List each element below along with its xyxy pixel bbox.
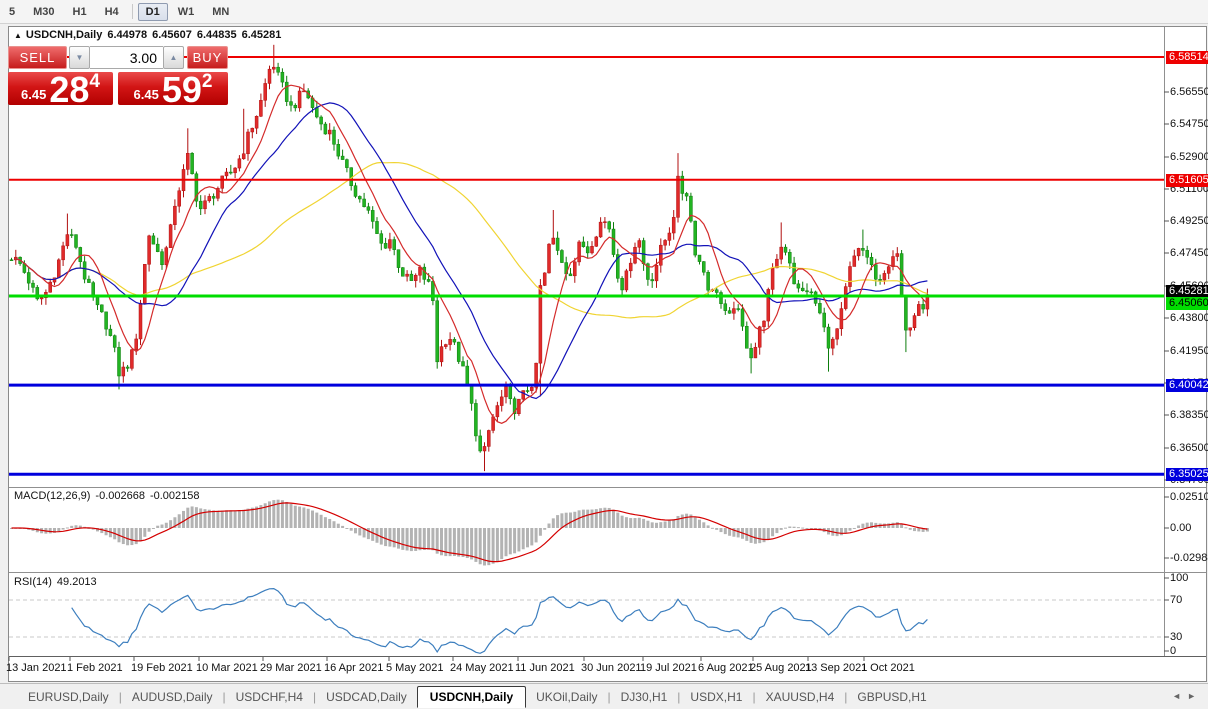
rsi-tick-label: 100: [1170, 572, 1188, 584]
buy-price-superscript: 2: [202, 71, 213, 93]
chart-tab-audusd[interactable]: AUDUSD,Daily: [122, 687, 223, 707]
price-tick-label: 6.49250: [1170, 215, 1208, 227]
sell-price-superscript: 4: [89, 71, 100, 93]
sell-price-box[interactable]: 6.45284: [8, 72, 113, 105]
date-tick-label: 1 Feb 2021: [67, 662, 123, 674]
sell-price-big: 28: [49, 75, 89, 105]
one-click-trade-panel: SELL ▼ 3.00 ▲ BUY 6.45284 6.45592: [8, 46, 228, 105]
date-tick-label: 16 Apr 2021: [324, 662, 383, 674]
volume-decrease-button[interactable]: ▼: [69, 46, 90, 69]
date-tick-label: 29 Mar 2021: [260, 662, 322, 674]
macd-signal-value: -0.002158: [150, 490, 200, 502]
date-tick-label: 11 Jun 2021: [515, 662, 575, 674]
macd-value: -0.002668: [95, 490, 145, 502]
price-tick-label: 6.38350: [1170, 409, 1208, 421]
macd-header: MACD(12,26,9) -0.002668 -0.002158: [14, 490, 205, 502]
price-tick-label: 6.56550: [1170, 86, 1208, 98]
chart-symbol-header: ▲ USDCNH,Daily 6.44978 6.45607 6.44835 6.4528…: [14, 29, 286, 41]
date-tick-label: 1 Oct 2021: [861, 662, 915, 674]
price-level-badge: 6.45060: [1166, 297, 1208, 310]
date-tick-label: 24 May 2021: [450, 662, 514, 674]
chart-tab-ukoil[interactable]: UKOil,Daily: [526, 687, 607, 707]
chart-tab-bar: EURUSD,Daily|AUDUSD,Daily|USDCHF,H4|USDC…: [0, 683, 1208, 709]
chart-tab-usdchf[interactable]: USDCHF,H4: [226, 687, 313, 707]
rsi-tick-label: 30: [1170, 631, 1182, 643]
symbol-label: USDCNH,Daily: [26, 29, 102, 41]
volume-input[interactable]: 3.00: [90, 46, 163, 69]
ohlc-close: 6.45281: [242, 29, 282, 41]
macd-pane[interactable]: [10, 500, 929, 566]
sell-button-label: SELL: [20, 50, 56, 65]
price-tick-label: 6.47450: [1170, 247, 1208, 259]
ohlc-high: 6.45607: [152, 29, 192, 41]
buy-button[interactable]: BUY: [187, 46, 228, 69]
volume-increase-button[interactable]: ▲: [163, 46, 184, 69]
macd-tick-label: 0.025108: [1170, 491, 1208, 503]
price-level-badge: 6.58514: [1166, 51, 1208, 64]
buy-price-small: 6.45: [134, 87, 159, 102]
chart-tab-eurusd[interactable]: EURUSD,Daily: [18, 687, 119, 707]
date-tick-label: 5 May 2021: [386, 662, 443, 674]
date-tick-label: 13 Jan 2021: [6, 662, 67, 674]
date-tick-label: 13 Sep 2021: [805, 662, 867, 674]
chart-tab-usdx[interactable]: USDX,H1: [680, 687, 752, 707]
chart-tab-xauusd[interactable]: XAUUSD,H4: [756, 687, 845, 707]
chart-tab-dj30[interactable]: DJ30,H1: [611, 687, 678, 707]
date-tick-label: 30 Jun 2021: [581, 662, 642, 674]
price-tick-label: 6.54750: [1170, 118, 1208, 130]
tab-scroll-left-icon[interactable]: ◄: [1172, 691, 1187, 701]
rsi-value: 49.2013: [57, 576, 97, 588]
tab-scroll-right-icon[interactable]: ►: [1187, 691, 1202, 701]
price-tick-label: 6.52900: [1170, 151, 1208, 163]
date-tick-label: 10 Mar 2021: [196, 662, 258, 674]
chevron-down-icon: ▼: [76, 53, 84, 62]
date-tick-label: 19 Jul 2021: [640, 662, 697, 674]
buy-price-big: 59: [162, 75, 202, 105]
sell-price-small: 6.45: [21, 87, 46, 102]
volume-value: 3.00: [130, 50, 157, 66]
date-tick-label: 19 Feb 2021: [131, 662, 193, 674]
buy-button-label: BUY: [193, 50, 223, 65]
chart-tab-usdcnh[interactable]: USDCNH,Daily: [417, 686, 526, 708]
price-level-badge: 6.51605: [1166, 174, 1208, 187]
macd-tick-label: 0.00: [1170, 522, 1191, 534]
price-level-badge: 6.40042: [1166, 379, 1208, 392]
volume-stepper: ▼ 3.00 ▲: [69, 46, 184, 69]
ohlc-open: 6.44978: [107, 29, 147, 41]
price-tick-label: 6.43800: [1170, 312, 1208, 324]
chart-tab-gbpusd[interactable]: GBPUSD,H1: [847, 687, 936, 707]
rsi-header: RSI(14) 49.2013: [14, 576, 102, 588]
price-tick-label: 6.36500: [1170, 442, 1208, 454]
rsi-tick-label: 0: [1170, 645, 1176, 657]
sell-button[interactable]: SELL: [8, 46, 67, 69]
ohlc-low: 6.44835: [197, 29, 237, 41]
mt4-window: 5M30H1H4D1W1MN ▲USDCNH,Daily6.449786.456…: [0, 0, 1208, 709]
tab-scroll-arrows: ◄►: [1172, 691, 1202, 701]
panel-collapse-arrow-icon[interactable]: ▲: [14, 31, 22, 40]
chevron-up-icon: ▲: [170, 53, 178, 62]
date-tick-label: 6 Aug 2021: [698, 662, 754, 674]
buy-price-box[interactable]: 6.45592: [118, 72, 228, 105]
macd-tick-label: -0.02988: [1170, 552, 1208, 564]
rsi-pane[interactable]: [9, 589, 1164, 654]
main-pane[interactable]: [10, 45, 929, 471]
rsi-name: RSI(14): [14, 576, 52, 588]
price-tick-label: 6.41950: [1170, 345, 1208, 357]
rsi-tick-label: 70: [1170, 594, 1182, 606]
macd-name: MACD(12,26,9): [14, 490, 90, 502]
chart-tab-usdcad[interactable]: USDCAD,Daily: [316, 687, 417, 707]
price-level-badge: 6.35025: [1166, 468, 1208, 481]
date-tick-label: 25 Aug 2021: [750, 662, 812, 674]
